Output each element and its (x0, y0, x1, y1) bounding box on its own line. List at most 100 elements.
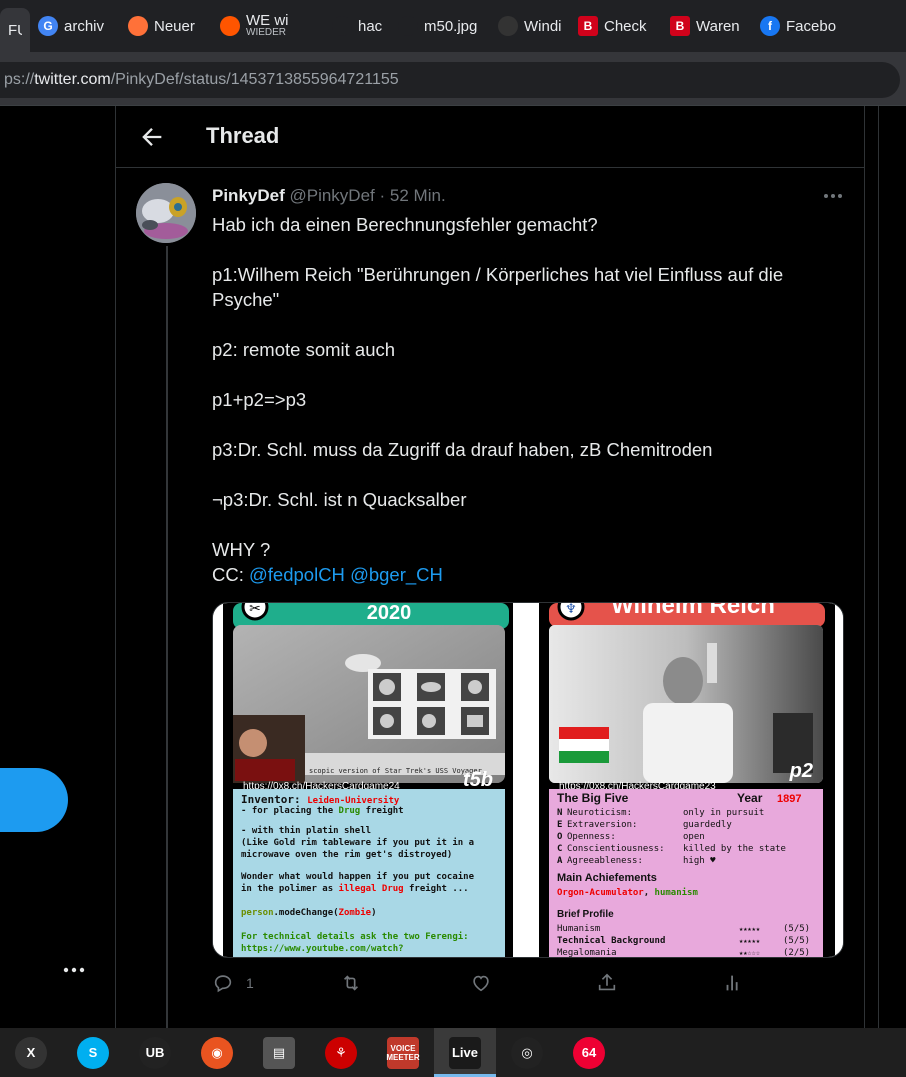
browser-tab[interactable]: Neuer (120, 6, 212, 46)
reply-count: 1 (246, 975, 254, 991)
taskbar-obs[interactable]: ◎ (496, 1028, 558, 1077)
url-path: /PinkyDef/status/1453713855964721155 (110, 71, 399, 88)
trait-key: O (557, 832, 563, 842)
skype-icon: S (77, 1036, 109, 1069)
tab-label: Check (604, 17, 647, 35)
ubuntu-icon: ◉ (201, 1036, 233, 1069)
svg-text:Year: Year (737, 791, 763, 805)
browser-tab[interactable]: WE wi WIEDER (212, 6, 324, 46)
svg-text:Wonder what would happen if yo: Wonder what would happen if you put coca… (241, 871, 475, 882)
taskbar-label: VOICE (390, 1043, 416, 1053)
mention-link[interactable]: @bger_CH (350, 564, 443, 585)
tab-favicon-icon (398, 16, 418, 36)
tab-title: m50.jpg (J (424, 18, 482, 35)
tweet-action-bar: 1 (212, 972, 852, 1002)
voicemeeter-icon: VOICE MEETER (386, 1036, 420, 1069)
tweet-timestamp[interactable]: 52 Min. (390, 186, 446, 205)
tweet-header: PinkyDef @PinkyDef · 52 Min. (212, 186, 446, 206)
back-arrow-icon[interactable] (138, 123, 166, 151)
browser-tab[interactable]: B Check (570, 6, 662, 46)
avatar[interactable] (136, 183, 196, 243)
inventor-label: Inventor: (241, 793, 301, 806)
trait-value: guardedly (683, 820, 732, 830)
profile-stars: ★★★★★ (739, 937, 761, 945)
taskbar-voicemeeter[interactable]: VOICE MEETER (372, 1028, 434, 1077)
taskbar-app-64[interactable]: 64 (558, 1028, 620, 1077)
more-options-icon[interactable] (62, 964, 86, 976)
trait-key: E (557, 820, 562, 830)
card-right-title: Wilhelm Reich (611, 603, 775, 619)
taskbar-app-ub[interactable]: UB (124, 1028, 186, 1077)
twitter-page: Thread PinkyDef @PinkyDef · 52 Min. Hab … (0, 106, 906, 1028)
taskbar-app-doc[interactable]: ▤ (248, 1028, 310, 1077)
browser-tab[interactable]: Windis (490, 6, 570, 46)
author-handle[interactable]: @PinkyDef (289, 186, 374, 205)
inventor-value: Leiden-University (307, 795, 400, 806)
tab-favicon-icon (498, 16, 518, 36)
svg-text:Orgon-Acumulator, humanism: Orgon-Acumulator, humanism (557, 887, 698, 898)
profile-stars: ★★☆☆☆ (739, 949, 761, 957)
trait-value: open (683, 832, 705, 842)
tweet-more-icon[interactable] (821, 186, 845, 206)
thread-header: Thread (116, 106, 864, 168)
url-host: twitter.com (34, 71, 111, 88)
svg-text:https://www.youtube.com/watch?: https://www.youtube.com/watch? (241, 944, 404, 954)
thread-connector-line (166, 246, 168, 1028)
ableton-live-icon: Live (449, 1036, 481, 1069)
profile-name: Humanism (557, 924, 600, 934)
tweet-compose-button[interactable] (0, 768, 68, 832)
tab-title: hacker (358, 18, 382, 35)
retweet-button[interactable] (340, 972, 362, 994)
svg-text:✂: ✂ (249, 603, 261, 617)
author-name[interactable]: PinkyDef (212, 186, 285, 205)
profile-score: (2/5) (783, 948, 810, 958)
taskbar-ableton-live[interactable]: Live (434, 1028, 496, 1077)
tab-title: Waren (696, 18, 740, 35)
tweet-text-line: p1:Wilhem Reich "Berührungen / Körperlic… (212, 264, 784, 285)
app-x-icon: X (15, 1036, 47, 1069)
mention-link[interactable]: @fedpolCH (249, 564, 345, 585)
svg-text:For technical details ask the: For technical details ask the two Fereng… (241, 931, 469, 942)
reply-icon (214, 975, 232, 993)
tab-label: archiv (64, 17, 105, 35)
browser-tab[interactable]: m50.jpg (J (390, 6, 490, 46)
thread-column: Thread PinkyDef @PinkyDef · 52 Min. Hab … (115, 106, 865, 1028)
taskbar-app-sym[interactable]: ⚘ (310, 1028, 372, 1077)
tab-favicon-icon: B (578, 16, 598, 36)
browser-tab[interactable]: Garchiv (30, 6, 120, 46)
browser-tab[interactable]: B Waren (662, 6, 752, 46)
app-ub-icon: UB (139, 1036, 171, 1069)
svg-text:(Like Gold rim tableware if yo: (Like Gold rim tableware if you put it i… (241, 837, 474, 848)
card-image: ✂ 2020 scopic version of Star Trek's USS… (213, 603, 843, 958)
tab-label: FUN (8, 21, 22, 39)
share-button[interactable] (596, 972, 618, 994)
trait-name: Neuroticism: (567, 808, 632, 818)
svg-text:person.modeChange(Zombie): person.modeChange(Zombie) (241, 907, 376, 918)
browser-toolbar: ps://twitter.com/PinkyDef/status/1453713… (0, 52, 906, 106)
taskbar-sublabel: MEETER (386, 1052, 420, 1062)
trait-name: Openness: (567, 832, 616, 842)
browser-tab[interactable]: hacker (324, 6, 390, 46)
app-64-icon: 64 (573, 1036, 605, 1069)
page-title: Thread (206, 123, 280, 148)
svg-text:Brief Profile: Brief Profile (557, 909, 614, 920)
svg-text:Main Achiefements: Main Achiefements (557, 872, 657, 884)
trait-value: high ♥ (683, 856, 716, 866)
like-button[interactable] (470, 972, 492, 994)
taskbar-skype[interactable]: S (62, 1028, 124, 1077)
address-bar[interactable]: ps://twitter.com/PinkyDef/status/1453713… (0, 62, 900, 98)
tweet-media-image[interactable]: ✂ 2020 scopic version of Star Trek's USS… (212, 602, 844, 958)
browser-tab-strip: FUN Garchiv Neuer WE wiWIEDER hacker m50.jpg … (0, 0, 906, 52)
browser-tab[interactable]: f Facebo (752, 6, 850, 46)
reply-button[interactable]: 1 (212, 972, 254, 994)
taskbar-ubuntu[interactable]: ◉ (186, 1028, 248, 1077)
analytics-button[interactable] (722, 972, 744, 994)
tweet-text-line: p3:Dr. Schl. muss da Zugriff da drauf ha… (212, 439, 713, 460)
url-prefix: ps:// (4, 71, 35, 88)
trait-key: A (557, 856, 563, 866)
tab-favicon-icon (128, 16, 148, 36)
sidebar-divider (878, 106, 879, 1028)
tab-favicon-icon: B (670, 16, 690, 36)
taskbar-app-x[interactable]: X (0, 1028, 62, 1077)
browser-tab[interactable]: FUN (0, 8, 30, 52)
